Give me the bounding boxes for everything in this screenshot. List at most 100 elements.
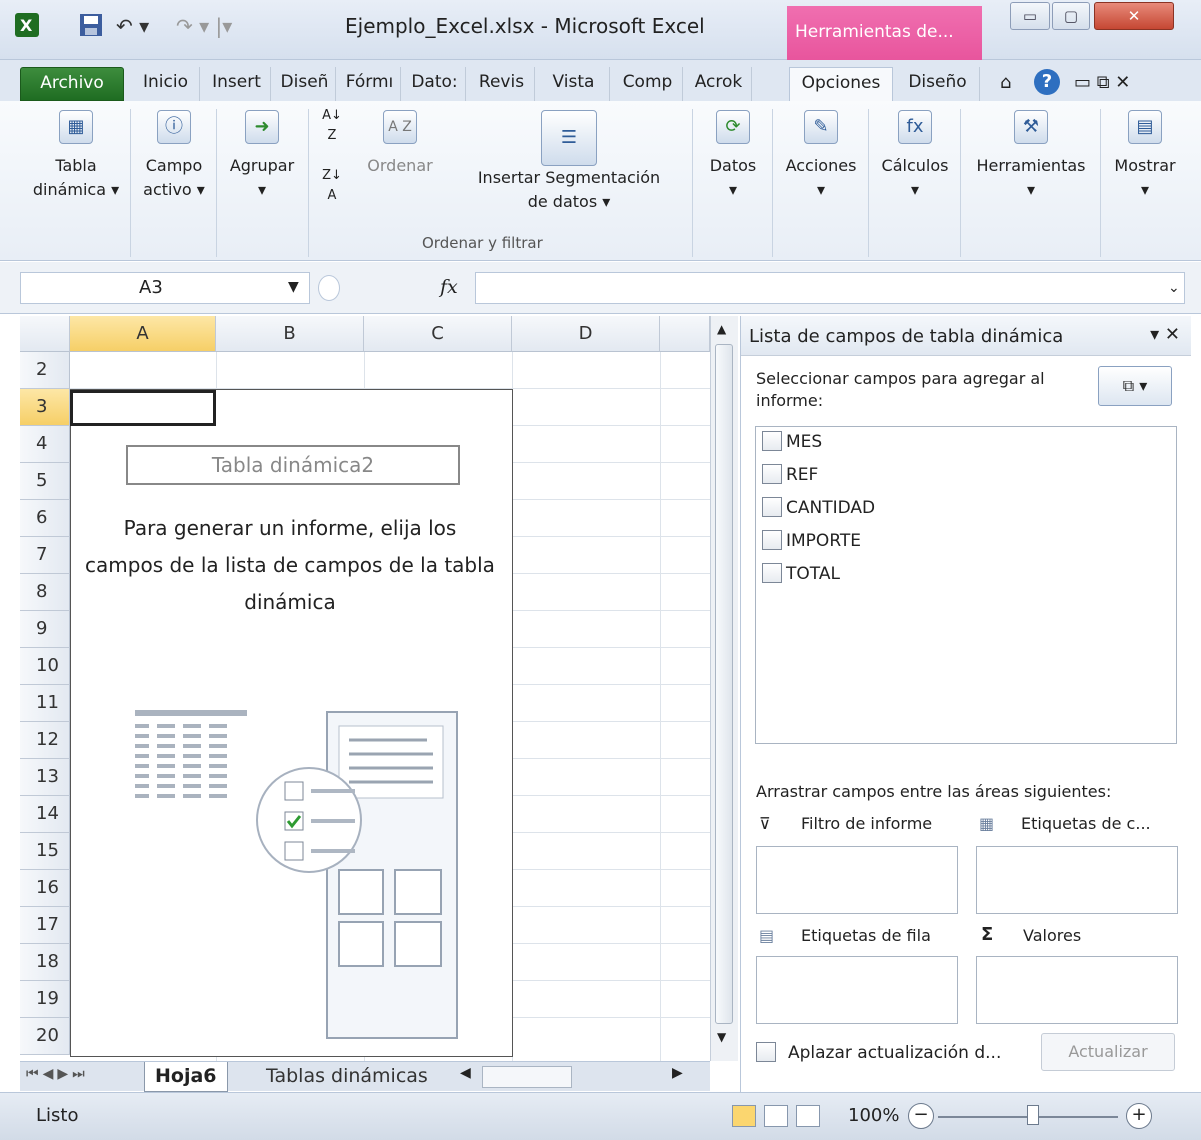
row-header[interactable]: 9 [20, 611, 70, 648]
chevron-down-icon[interactable]: ▼ [288, 279, 299, 295]
scroll-up-icon[interactable]: ▲ [717, 322, 726, 336]
column-labels-area[interactable] [976, 846, 1178, 914]
sheet-tab-tablas-dinamicas[interactable]: Tablas dinámicas [256, 1062, 438, 1092]
checkbox[interactable] [762, 530, 782, 550]
minimize-ribbon-icon[interactable]: ⌂ [1000, 72, 1011, 93]
column-header-b[interactable]: B [216, 316, 364, 352]
page-layout-view-icon[interactable] [764, 1105, 788, 1127]
row-labels-area[interactable] [756, 956, 958, 1024]
checkbox[interactable] [762, 497, 782, 517]
row-header[interactable]: 15 [20, 833, 70, 870]
maximize-button[interactable]: ▢ [1052, 2, 1090, 30]
row-header[interactable]: 8 [20, 574, 70, 611]
field-item-cantidad[interactable]: CANTIDAD [762, 493, 875, 523]
tab-datos[interactable]: Dato: [404, 67, 466, 101]
scroll-down-icon[interactable]: ▼ [717, 1030, 726, 1044]
expand-formula-icon[interactable]: ⌄ [1168, 280, 1180, 296]
pivot-table-placeholder[interactable]: Tabla dinámica2 Para generar un informe,… [70, 389, 513, 1057]
row-header[interactable]: 10 [20, 648, 70, 685]
tab-complementos[interactable]: Comp [613, 67, 683, 101]
formula-input[interactable] [475, 272, 1185, 304]
row-header[interactable]: 19 [20, 981, 70, 1018]
tab-formulas[interactable]: Fórmı [339, 67, 401, 101]
zoom-level[interactable]: 100% [848, 1105, 899, 1126]
row-header[interactable]: 18 [20, 944, 70, 981]
row-header[interactable]: 7 [20, 537, 70, 574]
row-header[interactable]: 11 [20, 685, 70, 722]
excel-icon[interactable]: X [14, 12, 40, 43]
row-header[interactable]: 13 [20, 759, 70, 796]
sort-button[interactable]: A Z Ordenar [356, 106, 444, 236]
row-header[interactable]: 17 [20, 907, 70, 944]
tools-button[interactable]: ⚒ Herramientas ▾ [964, 106, 1098, 236]
insert-slicer-button[interactable]: ☰ Insertar Segmentación de datos ▾ [456, 106, 682, 236]
sort-az-button[interactable]: A↓ Z Z↓ A [322, 106, 342, 236]
report-filter-area[interactable] [756, 846, 958, 914]
row-header[interactable]: 20 [20, 1018, 70, 1055]
scroll-thumb[interactable] [715, 344, 733, 1024]
row-header[interactable]: 6 [20, 500, 70, 537]
column-header-a[interactable]: A [70, 316, 216, 352]
row-header[interactable]: 4 [20, 426, 70, 463]
column-header-d[interactable]: D [512, 316, 660, 352]
pivot-table-button[interactable]: ▦ Tabla dinámica ▾ [26, 106, 126, 236]
scroll-right-icon[interactable]: ▶ [672, 1065, 683, 1081]
help-icon[interactable]: ? [1034, 69, 1060, 95]
values-area[interactable] [976, 956, 1178, 1024]
tab-diseno-pagina[interactable]: Diseñ [274, 67, 336, 101]
tab-archivo[interactable]: Archivo [20, 67, 124, 101]
row-header[interactable]: 2 [20, 352, 70, 389]
page-break-view-icon[interactable] [796, 1105, 820, 1127]
field-item-importe[interactable]: IMPORTE [762, 526, 861, 556]
close-icon[interactable]: ▾ ✕ [1150, 324, 1180, 345]
column-header-e[interactable] [660, 316, 710, 352]
tab-opciones[interactable]: Opciones [789, 67, 893, 103]
minimize-button[interactable]: ▭ [1010, 2, 1050, 30]
checkbox[interactable] [762, 563, 782, 583]
tab-acrobat[interactable]: Acrok [686, 67, 752, 101]
column-header-c[interactable]: C [364, 316, 512, 352]
field-item-total[interactable]: TOTAL [762, 559, 840, 589]
checkbox[interactable] [762, 431, 782, 451]
close-button[interactable]: ✕ [1094, 2, 1174, 30]
row-header[interactable]: 14 [20, 796, 70, 833]
sheet-tab-hoja6[interactable]: Hoja6 [144, 1062, 228, 1092]
show-button[interactable]: ▤ Mostrar ▾ [1104, 106, 1186, 236]
checkbox[interactable] [756, 1042, 776, 1062]
calculations-button[interactable]: fx Cálculos ▾ [872, 106, 958, 236]
field-item-ref[interactable]: REF [762, 460, 818, 490]
row-header[interactable]: 16 [20, 870, 70, 907]
insert-function-icon[interactable]: fx [440, 276, 458, 298]
tab-vista[interactable]: Vista [538, 67, 610, 101]
worksheet-grid[interactable]: A B C D 2 3 4 5 6 7 8 9 10 11 12 13 14 1… [20, 316, 710, 1061]
select-all-corner[interactable] [20, 316, 70, 352]
active-field-button[interactable]: ⓘ Campo activo ▾ [136, 106, 212, 236]
defer-update-option[interactable]: Aplazar actualización d... [756, 1042, 1001, 1063]
formula-options-icon[interactable] [318, 275, 340, 301]
save-icon[interactable] [78, 12, 104, 43]
undo-icon[interactable]: ↶ ▾ [116, 14, 149, 38]
group-button[interactable]: ➜ Agrupar ▾ [220, 106, 304, 236]
actions-button[interactable]: ✎ Acciones ▾ [778, 106, 864, 236]
tab-diseno[interactable]: Diseño [896, 67, 980, 101]
zoom-out-icon[interactable]: − [908, 1103, 934, 1129]
tab-insertar[interactable]: Insert [203, 67, 271, 101]
update-button[interactable]: Actualizar [1041, 1033, 1175, 1071]
layout-options-button[interactable]: ⧉ ▾ [1098, 366, 1172, 406]
row-header[interactable]: 5 [20, 463, 70, 500]
tab-inicio[interactable]: Inicio [132, 67, 200, 101]
normal-view-icon[interactable] [732, 1105, 756, 1127]
data-button[interactable]: ⟳ Datos ▾ [698, 106, 768, 236]
redo-icon[interactable]: ↷ ▾ |▾ [176, 14, 232, 38]
scroll-left-icon[interactable]: ◀ [460, 1065, 471, 1081]
name-box[interactable]: A3 [20, 272, 310, 304]
zoom-slider-thumb[interactable] [1027, 1105, 1039, 1125]
row-header[interactable]: 12 [20, 722, 70, 759]
tab-revisar[interactable]: Revis [469, 67, 535, 101]
restore-doc-icon[interactable]: ▭ ⧉ ✕ [1074, 72, 1130, 93]
checkbox[interactable] [762, 464, 782, 484]
active-cell-selection[interactable] [70, 390, 216, 426]
row-header[interactable]: 3 [20, 389, 70, 426]
field-item-mes[interactable]: MES [762, 427, 822, 457]
vertical-scrollbar[interactable]: ▲ ▼ [710, 316, 738, 1061]
